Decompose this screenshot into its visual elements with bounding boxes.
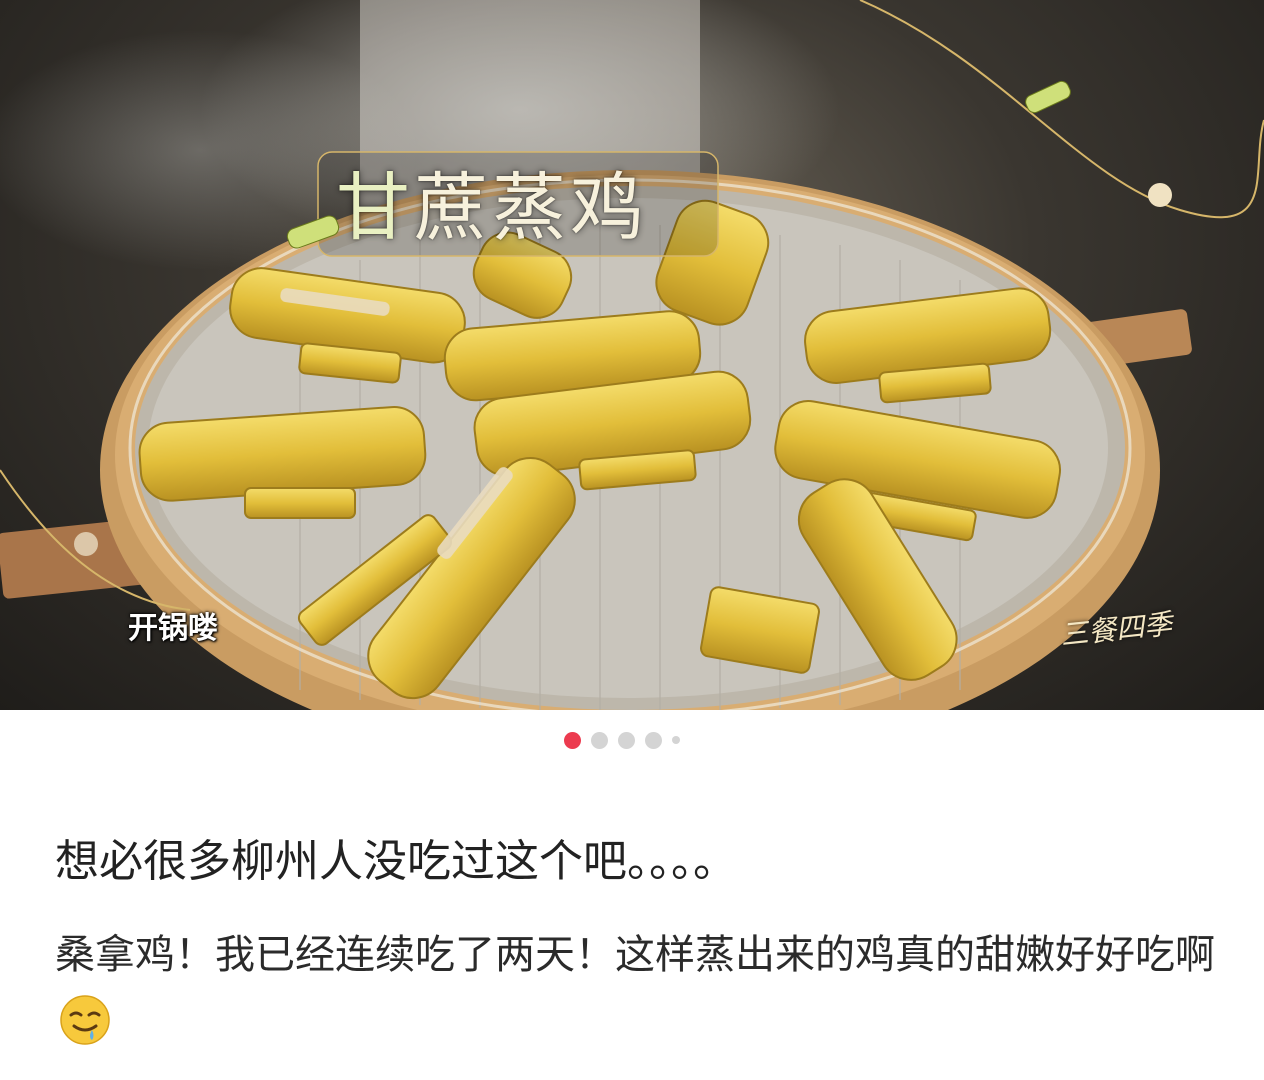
hero-title: 甘蔗蒸鸡 <box>336 148 648 255</box>
post-title: 想必很多柳州人没吃过这个吧。。。。 <box>55 836 737 887</box>
post-body: 桑拿鸡！我已经连续吃了两天！这样蒸出来的鸡真的甜嫩好好吃啊 <box>55 920 1225 1060</box>
post-body-text: 桑拿鸡！我已经连续吃了两天！这样蒸出来的鸡真的甜嫩好好吃啊 <box>55 932 1215 978</box>
hero-title-first-char: 甘 <box>336 165 414 251</box>
pager-dot-active[interactable] <box>564 731 581 749</box>
text-fade <box>1120 1040 1264 1080</box>
carousel-pager <box>0 730 1254 750</box>
hero-caption: 开锅喽 <box>128 611 218 646</box>
pager-dot[interactable] <box>645 731 662 749</box>
hero-title-rest: 蔗蒸鸡 <box>414 165 648 251</box>
pager-dot[interactable] <box>618 731 635 749</box>
drooling-face-icon <box>60 995 110 1045</box>
pager-dot-more[interactable] <box>672 736 680 744</box>
pager-dot[interactable] <box>591 731 608 749</box>
post-image-carousel[interactable]: 甘蔗蒸鸡 开锅喽 三餐四季 <box>0 0 1264 710</box>
